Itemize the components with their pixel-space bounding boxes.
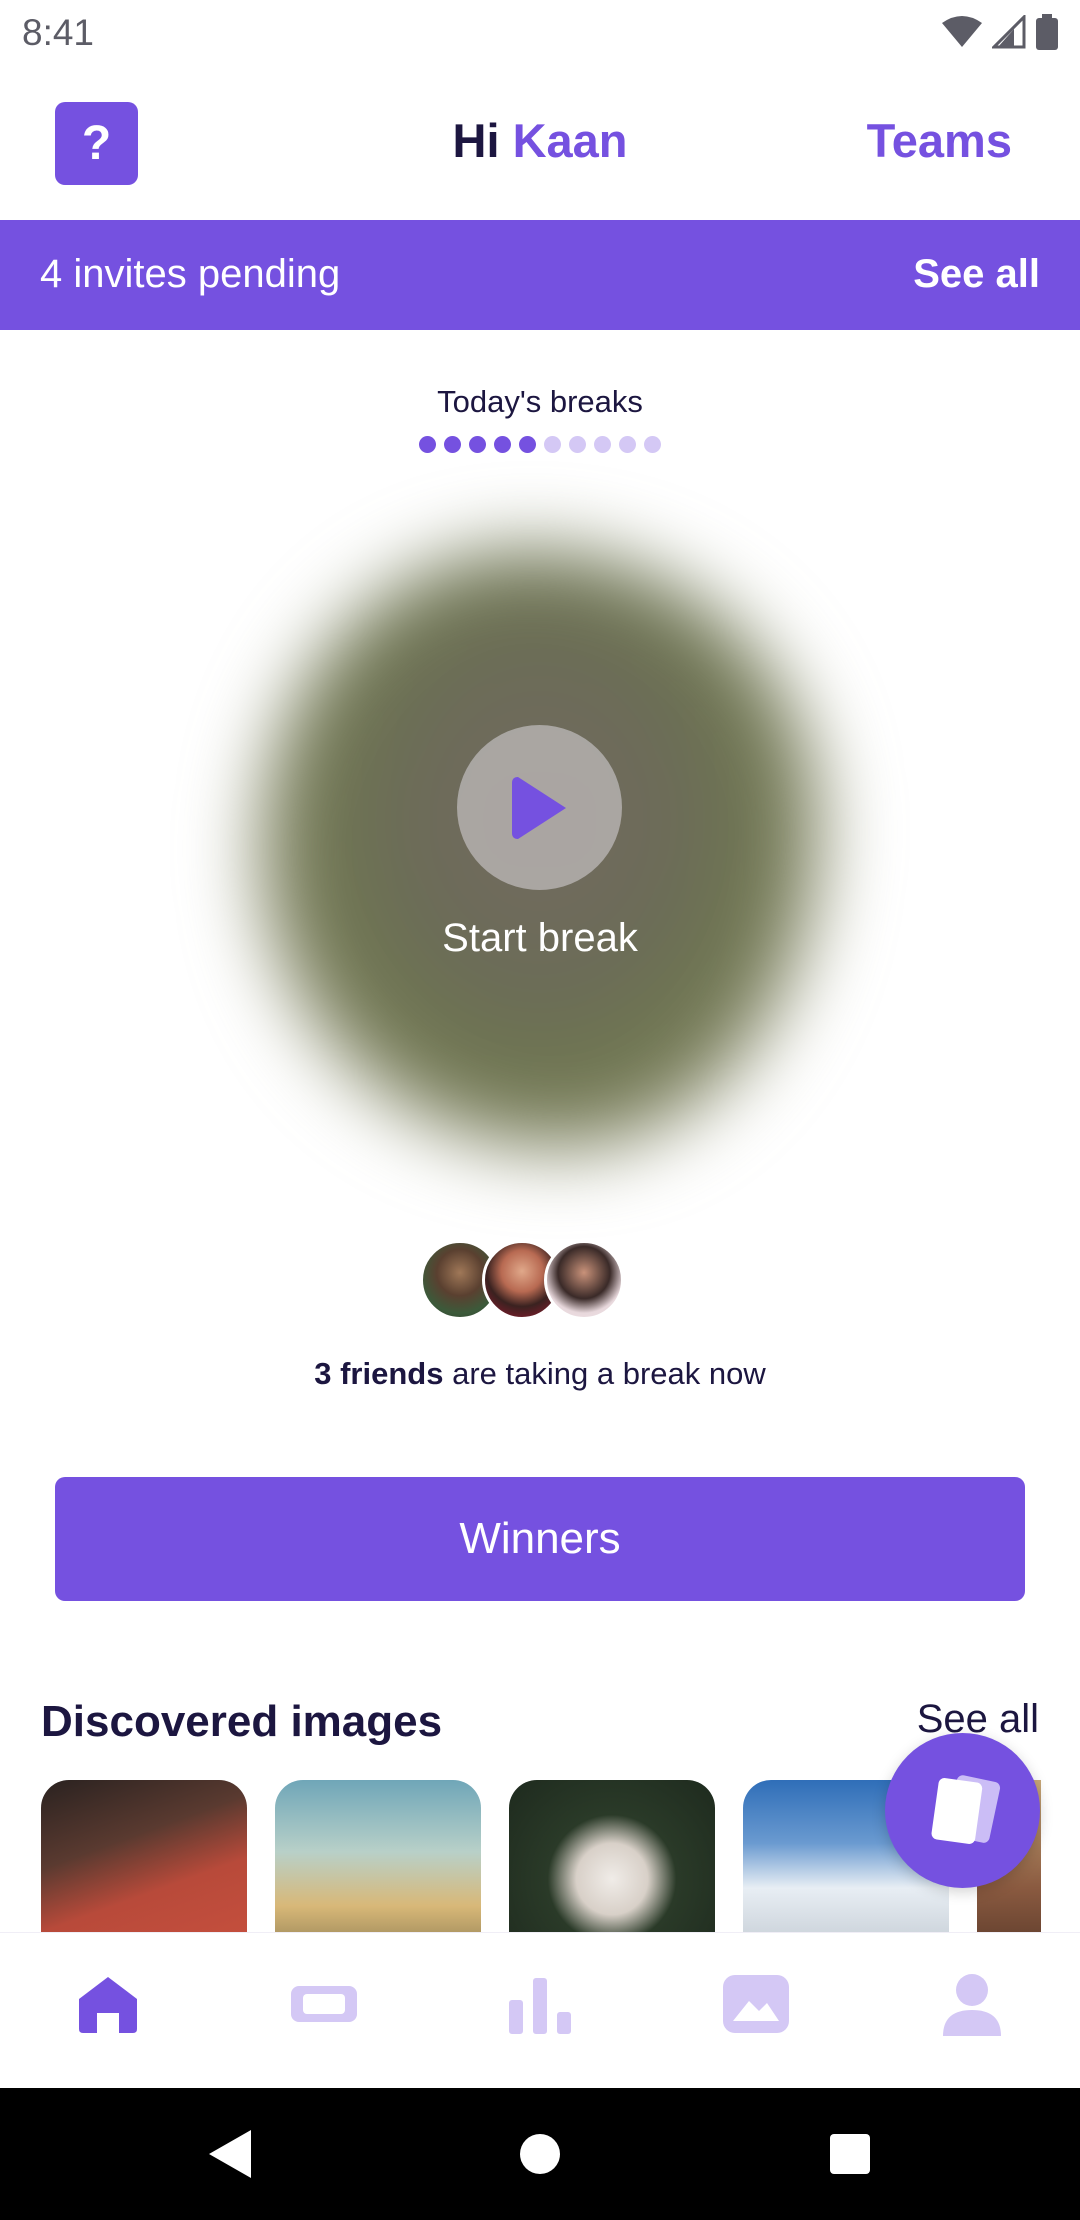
profile-icon: [943, 1974, 1001, 2036]
battery-icon: [1036, 14, 1058, 50]
stats-icon: [509, 1978, 571, 2034]
start-break-label[interactable]: Start break: [0, 916, 1080, 961]
cards-icon: [931, 1774, 1000, 1844]
recents-icon: [830, 2134, 870, 2174]
balloons-image[interactable]: [275, 1780, 481, 1932]
break-dot-remaining: [569, 436, 586, 453]
discovered-images-title: Discovered images: [41, 1697, 443, 1746]
break-dot-completed: [444, 436, 461, 453]
system-back-button[interactable]: [198, 2122, 262, 2186]
nav-profile[interactable]: [927, 1959, 1017, 2049]
gallery-icon: [723, 1975, 789, 2033]
greeting-prefix: Hi: [452, 114, 500, 167]
signal-icon: [992, 15, 1026, 49]
invites-see-all-link[interactable]: See all: [913, 252, 1040, 297]
nav-stats[interactable]: [495, 1959, 585, 2049]
break-dot-completed: [419, 436, 436, 453]
avatar: [544, 1240, 624, 1320]
status-bar: 8:41: [0, 0, 1080, 66]
cards-fab-button[interactable]: [885, 1733, 1040, 1888]
status-time: 8:41: [22, 12, 95, 53]
play-icon: [511, 776, 566, 839]
break-dot-remaining: [619, 436, 636, 453]
system-recents-button[interactable]: [818, 2122, 882, 2186]
home-icon: [79, 1977, 137, 2033]
break-dot-remaining: [644, 436, 661, 453]
break-dot-completed: [494, 436, 511, 453]
sprinter-image[interactable]: [41, 1780, 247, 1932]
break-dot-remaining: [544, 436, 561, 453]
friends-avatars[interactable]: [420, 1240, 630, 1320]
header: ? Hi Kaan Teams: [0, 66, 1080, 220]
dog-image[interactable]: [509, 1780, 715, 1932]
breaks-progress: [0, 436, 1080, 453]
break-dot-remaining: [594, 436, 611, 453]
todays-breaks-title: Today's breaks: [437, 384, 643, 419]
start-break-button[interactable]: [457, 725, 622, 890]
ticket-icon: [291, 1986, 357, 2022]
nav-ticket[interactable]: [279, 1959, 369, 2049]
wifi-icon: [942, 16, 982, 47]
break-dot-completed: [519, 436, 536, 453]
system-home-button[interactable]: [508, 2122, 572, 2186]
break-dot-completed: [469, 436, 486, 453]
winners-button[interactable]: Winners: [55, 1477, 1025, 1601]
nav-gallery[interactable]: [711, 1959, 801, 2049]
invites-banner[interactable]: 4 invites pending See all: [0, 220, 1080, 330]
friends-status-text: 3 friends are taking a break now: [0, 1356, 1080, 1392]
teams-link[interactable]: Teams: [867, 113, 1012, 168]
friends-count: 3 friends: [314, 1356, 444, 1391]
bottom-nav: [0, 1932, 1080, 2088]
home-circle-icon: [520, 2134, 560, 2174]
status-icons: [942, 14, 1058, 50]
back-icon: [209, 2130, 251, 2178]
invites-text: 4 invites pending: [40, 252, 341, 296]
friends-rest: are taking a break now: [452, 1356, 766, 1391]
user-name: Kaan: [512, 114, 628, 167]
system-nav-bar: [0, 2088, 1080, 2220]
nav-home[interactable]: [63, 1959, 153, 2049]
